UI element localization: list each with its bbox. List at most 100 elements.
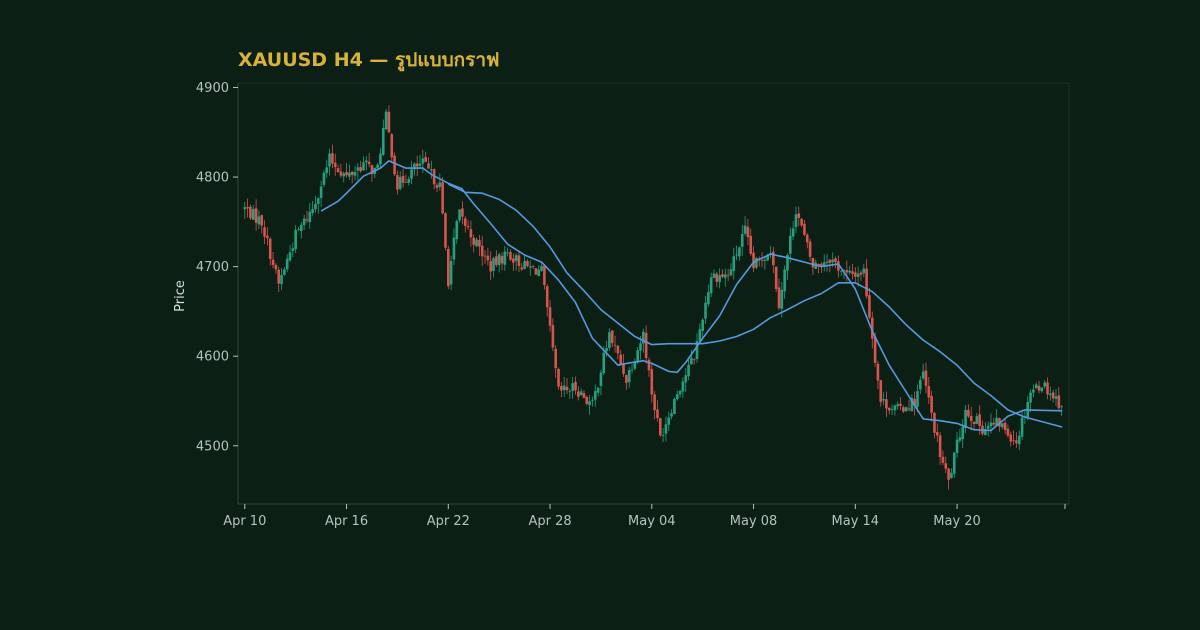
- candle-body: [251, 208, 255, 220]
- candle-body: [506, 252, 509, 254]
- candle-body: [1012, 440, 1015, 442]
- candle-body: [565, 386, 569, 391]
- candle-body: [599, 372, 603, 386]
- candle-body: [743, 225, 747, 234]
- candle-body: [738, 247, 741, 257]
- x-tick-label: May 20: [933, 514, 981, 529]
- candle-body: [1037, 385, 1041, 391]
- candle-body: [249, 206, 252, 219]
- candle-body: [879, 380, 883, 402]
- candle-body: [938, 435, 942, 458]
- candle-body: [975, 416, 979, 424]
- candle-body: [331, 153, 334, 164]
- candle-body: [885, 399, 888, 409]
- candle-body: [783, 269, 786, 292]
- candle-body: [986, 425, 990, 429]
- candle-body: [876, 363, 880, 381]
- candle-body: [1017, 435, 1021, 445]
- candle-body: [568, 391, 572, 393]
- x-tick-label: May 04: [628, 514, 676, 529]
- candle-body: [243, 207, 247, 210]
- candle-body: [882, 399, 885, 401]
- candle-body: [543, 265, 546, 286]
- candle-body: [509, 251, 512, 260]
- candle-body: [890, 409, 894, 410]
- candle-body: [531, 266, 535, 267]
- candle-body: [746, 226, 750, 238]
- candle-body: [365, 160, 368, 163]
- candle-body: [721, 274, 724, 277]
- candle-body: [854, 272, 857, 277]
- candle-body: [709, 277, 713, 294]
- candle-body: [585, 396, 589, 404]
- candle-body: [1043, 382, 1046, 387]
- candle-body: [430, 169, 433, 171]
- candle-body: [862, 268, 866, 274]
- candle-body: [545, 286, 549, 308]
- candle-body: [489, 261, 492, 272]
- candle-body: [896, 404, 900, 407]
- candle-body: [438, 182, 442, 187]
- candle-body: [681, 381, 685, 392]
- candle-body: [1000, 423, 1004, 428]
- candle-body: [277, 269, 281, 284]
- candle-body: [608, 332, 611, 348]
- candle-body: [820, 263, 823, 266]
- candle-body: [297, 229, 300, 230]
- candle-body: [523, 260, 526, 269]
- candle-body: [475, 239, 478, 247]
- candle-body: [257, 216, 261, 225]
- candle-body: [526, 261, 529, 267]
- x-tick-label: May 14: [832, 514, 880, 529]
- candle-body: [873, 336, 877, 364]
- candle-body: [664, 424, 668, 434]
- candle-body: [667, 417, 671, 425]
- candle-body: [828, 259, 832, 263]
- candle-body: [390, 134, 394, 158]
- candle-body: [969, 415, 973, 422]
- candle-body: [480, 245, 484, 257]
- candle-body: [452, 237, 456, 260]
- y-tick-label: 4900: [196, 81, 229, 96]
- candle-body: [1032, 389, 1035, 393]
- candle-body: [673, 398, 676, 414]
- candle-body: [961, 426, 965, 440]
- candle-body: [627, 370, 631, 383]
- candle-body: [735, 254, 738, 256]
- candle-body: [941, 456, 945, 463]
- candle-body: [661, 435, 665, 436]
- candle-body: [825, 261, 829, 263]
- candle-body: [418, 163, 422, 166]
- candle-body: [577, 391, 580, 397]
- candle-body: [616, 345, 620, 354]
- candle-body: [964, 409, 967, 429]
- candle-body: [283, 269, 286, 275]
- candle-body: [1051, 392, 1055, 399]
- candle-body: [692, 359, 696, 361]
- candle-body: [427, 163, 430, 169]
- candle-body: [342, 173, 346, 177]
- candle-body: [935, 432, 939, 436]
- candle-body: [811, 257, 815, 268]
- candle-body: [446, 248, 450, 287]
- candle-body: [729, 269, 733, 276]
- candle-body: [268, 238, 272, 260]
- candle-body: [483, 255, 487, 257]
- candle-body: [653, 394, 656, 411]
- candle-body: [992, 422, 996, 425]
- candle-body: [271, 259, 275, 266]
- candle-body: [401, 175, 405, 183]
- candle-body: [472, 237, 476, 245]
- candle-body: [348, 172, 351, 177]
- candle-body: [893, 405, 897, 411]
- candle-body: [1006, 428, 1010, 436]
- candle-body: [625, 375, 628, 383]
- candle-body: [311, 209, 314, 213]
- candle-body: [789, 235, 792, 254]
- candle-body: [495, 256, 498, 266]
- candle-body: [678, 391, 682, 395]
- candle-body: [381, 127, 385, 155]
- candle-body: [723, 274, 727, 278]
- candle-body: [263, 227, 266, 237]
- candle-body: [902, 407, 905, 412]
